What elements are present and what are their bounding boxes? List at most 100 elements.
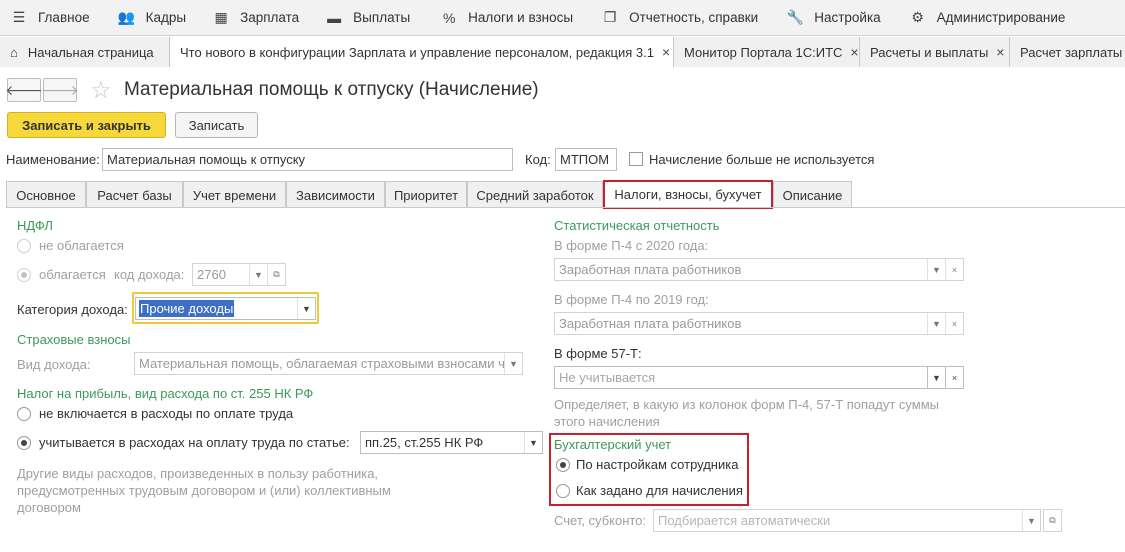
menu-item-payments[interactable]: ▬ Выплаты <box>315 0 422 36</box>
radio-dot <box>560 462 566 468</box>
menu-item-reports[interactable]: ❐ Отчетность, справки <box>591 0 770 36</box>
tab-description[interactable]: Описание <box>773 181 852 208</box>
chevron-down-icon[interactable]: ▼ <box>927 313 945 334</box>
close-icon[interactable]: × <box>996 44 1004 60</box>
ndfl-taxed-label: облагается <box>39 267 106 282</box>
profit-tax-section-title: Налог на прибыль, вид расхода по ст. 255… <box>17 386 314 401</box>
not-included-label: не включается в расходы по оплате труда <box>39 406 294 421</box>
clear-icon[interactable]: × <box>945 367 963 388</box>
favorite-star-icon[interactable]: ☆ <box>90 76 112 105</box>
income-code-label: код дохода: <box>114 267 185 282</box>
chevron-down-icon[interactable]: ▼ <box>504 353 522 374</box>
income-category-select[interactable]: Прочие доходы ▼ <box>135 297 316 320</box>
menu-hamburger-icon: ☰ <box>12 9 26 25</box>
save-and-close-button[interactable]: Записать и закрыть <box>7 112 166 138</box>
ndfl-taxed-radio[interactable] <box>17 268 31 282</box>
chevron-down-icon[interactable]: ▼ <box>927 367 945 388</box>
radio-dot <box>21 272 27 278</box>
income-type-select[interactable]: Материальная помощь, облагаемая страховы… <box>134 352 523 375</box>
wrench-icon: 🔧 <box>786 9 804 25</box>
calculator-icon: ▦ <box>214 9 228 25</box>
expense-note: Другие виды расходов, произведенных в по… <box>17 466 391 515</box>
window-tab-its-monitor[interactable]: Монитор Портала 1С:ИТС × <box>674 37 860 67</box>
acc-as-set-radio[interactable] <box>556 484 570 498</box>
arrow-right-icon: 🡒 <box>41 81 79 98</box>
income-category-label: Категория дохода: <box>17 302 128 317</box>
window-tabs: ⌂ Начальная страница Что нового в конфигу… <box>0 37 1125 67</box>
p4-2020-label: В форме П-4 с 2020 года: <box>554 238 709 253</box>
ndfl-not-taxed-radio[interactable] <box>17 239 31 253</box>
income-type-label: Вид дохода: <box>17 357 91 372</box>
radio-dot <box>21 440 27 446</box>
stat-note: Определяет, в какую из колонок форм П-4,… <box>554 397 940 429</box>
p4-2019-label: В форме П-4 по 2019 год: <box>554 292 709 307</box>
accounting-section-title: Бухгалтерский учет <box>554 437 672 452</box>
account-label: Счет, субконто: <box>554 513 647 528</box>
clear-icon[interactable]: × <box>945 259 963 280</box>
chevron-down-icon[interactable]: ▼ <box>524 432 542 453</box>
tab-base-calc[interactable]: Расчет базы <box>86 181 183 208</box>
window-tab-home[interactable]: ⌂ Начальная страница <box>0 37 170 67</box>
percent-icon: % <box>442 9 456 26</box>
wallet-icon: ▬ <box>327 9 342 26</box>
acc-by-employee-radio[interactable] <box>556 458 570 472</box>
gear-icon: ⚙ <box>911 9 924 25</box>
open-icon[interactable]: ⧉ <box>1043 509 1062 532</box>
not-included-radio[interactable] <box>17 407 31 421</box>
main-menu: ☰ Главное 👥 Кадры ▦ Зарплата ▬ Выплаты % Нало… <box>0 0 1125 36</box>
save-button[interactable]: Записать <box>175 112 258 138</box>
window-tab-payments[interactable]: Расчеты и выплаты × <box>860 37 1010 67</box>
tab-taxes-accounting[interactable]: Налоги, взносы, бухучет <box>603 180 773 209</box>
p4-2020-select[interactable]: Заработная плата работников ▼ × <box>554 258 964 281</box>
chevron-down-icon[interactable]: ▼ <box>1022 510 1040 531</box>
forward-button[interactable]: 🡒 <box>41 78 79 102</box>
menu-item-staff[interactable]: 👥 Кадры <box>108 0 198 36</box>
menu-item-salary[interactable]: ▦ Зарплата <box>202 0 311 36</box>
acc-as-set-label: Как задано для начисления <box>576 483 743 498</box>
page-title: Материальная помощь к отпуску (Начислени… <box>124 79 539 100</box>
ndfl-not-taxed-label: не облагается <box>39 238 124 253</box>
f57-label: В форме 57-Т: <box>554 346 642 361</box>
chevron-down-icon[interactable]: ▼ <box>927 259 945 280</box>
code-label: Код: <box>525 152 551 167</box>
ndfl-section-title: НДФЛ <box>17 218 53 233</box>
f57-select[interactable]: Не учитывается ▼ × <box>554 366 964 389</box>
unused-label: Начисление больше не используется <box>649 152 875 167</box>
insurance-section-title: Страховые взносы <box>17 332 131 347</box>
tab-panel-border <box>6 207 1125 208</box>
code-input[interactable]: МТПОМ <box>555 148 617 171</box>
close-icon[interactable]: × <box>662 44 670 60</box>
tab-average-earnings[interactable]: Средний заработок <box>467 181 603 208</box>
unused-checkbox[interactable] <box>629 152 643 166</box>
chevron-down-icon[interactable]: ▼ <box>249 264 267 285</box>
menu-item-settings[interactable]: 🔧 Настройка <box>776 0 892 36</box>
article-select[interactable]: пп.25, ст.255 НК РФ ▼ <box>360 431 543 454</box>
arrow-left-icon: 🡐 <box>5 81 43 98</box>
menu-item-admin[interactable]: ⚙ Администрирование <box>899 0 1078 36</box>
open-icon[interactable]: ⧉ <box>267 264 285 285</box>
included-label: учитывается в расходах на оплату труда п… <box>39 435 350 450</box>
p4-2019-select[interactable]: Заработная плата работников ▼ × <box>554 312 964 335</box>
tab-main[interactable]: Основное <box>6 181 86 208</box>
tab-dependencies[interactable]: Зависимости <box>286 181 385 208</box>
stat-section-title: Статистическая отчетность <box>554 218 720 233</box>
income-code-input[interactable]: 2760 ▼ ⧉ <box>192 263 286 286</box>
tab-priority[interactable]: Приоритет <box>385 181 467 208</box>
name-label: Наименование: <box>6 152 100 167</box>
documents-icon: ❐ <box>603 9 617 25</box>
window-tab-whats-new[interactable]: Что нового в конфигурации Зарплата и упр… <box>170 37 674 67</box>
menu-item-main[interactable]: ☰ Главное <box>0 0 102 36</box>
back-button[interactable]: 🡐 <box>5 78 43 102</box>
menu-item-taxes[interactable]: % Налоги и взносы <box>430 0 585 36</box>
clear-icon[interactable]: × <box>945 313 963 334</box>
home-icon: ⌂ <box>10 44 18 60</box>
included-radio[interactable] <box>17 436 31 450</box>
name-input[interactable]: Материальная помощь к отпуску <box>102 148 513 171</box>
account-select[interactable]: Подбирается автоматически ▼ <box>653 509 1041 532</box>
window-tab-salary-calc[interactable]: Расчет зарплаты <box>1010 37 1125 67</box>
chevron-down-icon[interactable]: ▼ <box>297 298 315 319</box>
tab-time-accounting[interactable]: Учет времени <box>183 181 286 208</box>
close-icon[interactable]: × <box>850 44 858 60</box>
people-icon: 👥 <box>117 9 136 25</box>
acc-by-employee-label: По настройкам сотрудника <box>576 457 739 472</box>
